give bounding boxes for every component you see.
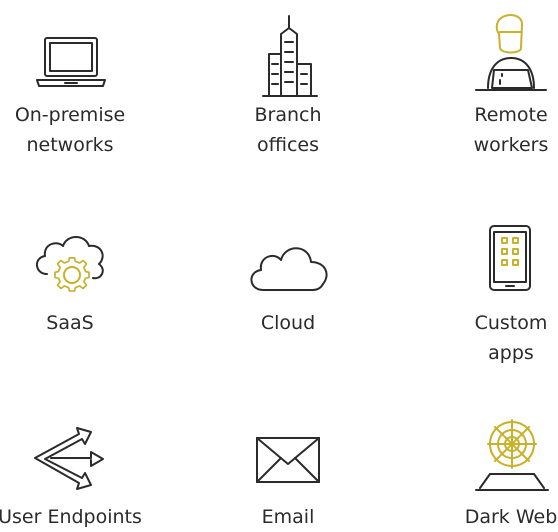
remote-worker-icon bbox=[475, 14, 547, 91]
tile-label: SaaS bbox=[46, 312, 94, 334]
tile-saas: SaaS bbox=[0, 218, 150, 338]
tile-custom-apps: Custom apps bbox=[431, 218, 558, 368]
tile-remote-workers: Remote workers bbox=[431, 10, 558, 160]
tile-on-premise-networks: On-premise networks bbox=[0, 10, 150, 160]
tile-label: Remote workers bbox=[473, 104, 549, 156]
tile-cloud: Cloud bbox=[208, 218, 368, 338]
tile-label: Custom apps bbox=[474, 312, 548, 364]
laptop-icon bbox=[36, 37, 106, 87]
tile-label: Email bbox=[261, 506, 315, 528]
tile-label: Branch offices bbox=[254, 104, 322, 156]
tile-user-endpoints: User Endpoints bbox=[0, 412, 150, 532]
tablet-apps-icon bbox=[489, 225, 531, 291]
cloud-gear-icon bbox=[36, 236, 104, 292]
arrows-endpoints-icon bbox=[34, 427, 104, 490]
cloud-icon bbox=[250, 247, 328, 291]
envelope-icon bbox=[256, 437, 320, 483]
tile-branch-offices: Branch offices bbox=[208, 10, 368, 160]
tile-label: Cloud bbox=[260, 312, 316, 334]
tile-email: Email bbox=[208, 412, 368, 532]
tile-dark-web: Dark Web bbox=[431, 412, 558, 532]
building-icon bbox=[262, 15, 318, 97]
spiderweb-laptop-icon bbox=[475, 419, 549, 491]
tile-label: User Endpoints bbox=[0, 506, 142, 528]
tile-label: On-premise networks bbox=[14, 104, 126, 156]
tile-label: Dark Web bbox=[464, 506, 558, 528]
